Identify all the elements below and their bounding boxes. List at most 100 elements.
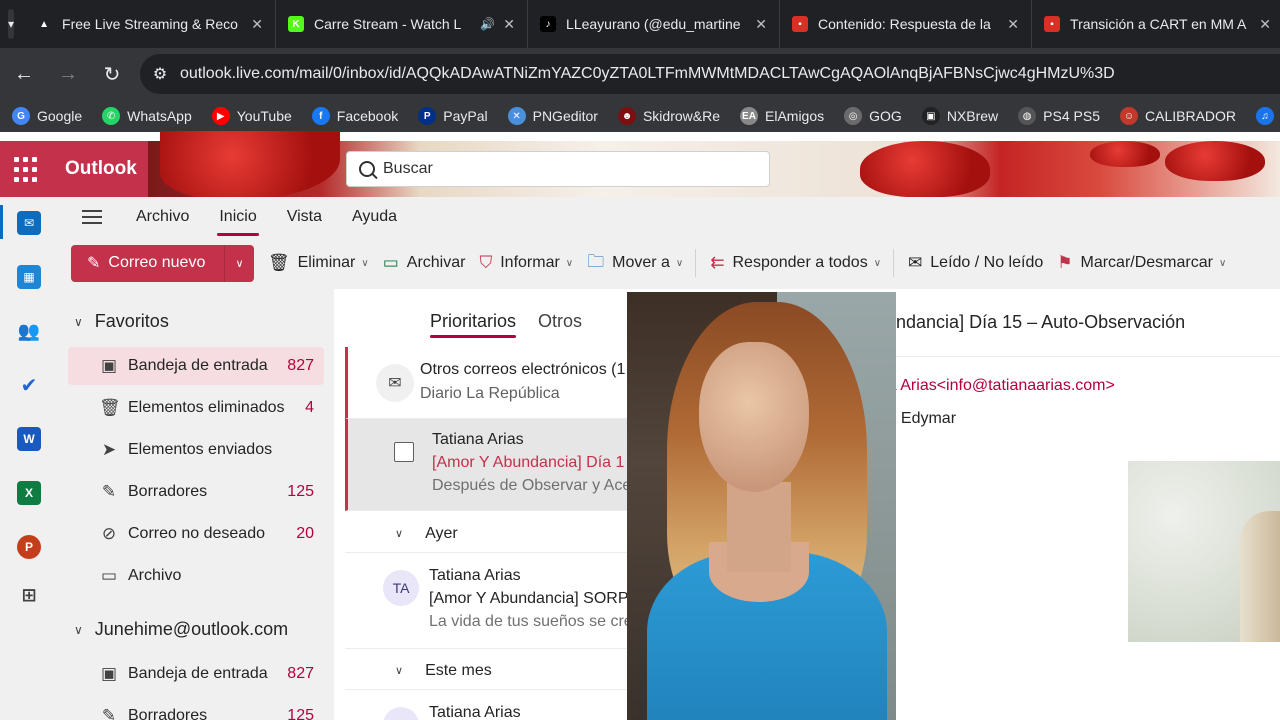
bookmark-favicon-icon: G xyxy=(12,107,30,125)
more-apps-icon[interactable]: ⊞ xyxy=(17,583,41,607)
bookmark-item[interactable]: G Google xyxy=(12,107,82,125)
group-header-this-month[interactable]: ∨ Este mes xyxy=(345,652,627,690)
group-header-yesterday[interactable]: ∨ Ayer xyxy=(345,515,627,553)
email-sender[interactable]: ana Arias<info@tatianaarias.com> xyxy=(870,377,1115,395)
bookmark-label: PayPal xyxy=(443,108,488,124)
archive-button[interactable]: ▭ Archivar xyxy=(383,253,466,273)
folder-move-icon: 🗀 xyxy=(587,251,605,271)
close-icon[interactable]: ✕ xyxy=(1259,16,1271,33)
powerpoint-app-icon[interactable]: P xyxy=(17,535,41,559)
folder-item[interactable]: ⊘ Correo no deseado 20 xyxy=(68,515,324,553)
speaker-icon[interactable]: 🔊 xyxy=(480,17,495,31)
bookmark-item[interactable]: ◍ PS4 PS5 xyxy=(1018,107,1100,125)
close-icon[interactable]: ✕ xyxy=(1007,16,1019,33)
account-label: Junehime@outlook.com xyxy=(94,619,289,639)
search-box[interactable]: Buscar xyxy=(346,151,770,187)
read-unread-label: Leído / No leído xyxy=(930,254,1044,271)
read-unread-button[interactable]: ✉ Leído / No leído xyxy=(908,253,1043,273)
other-mail-group-row[interactable]: ✉ Otros correos electrónicos (1 Diario L… xyxy=(345,347,627,419)
new-mail-dropdown-chevron-icon[interactable]: ∨ xyxy=(224,244,254,282)
bookmark-item[interactable]: ♫Song xyxy=(1256,107,1280,125)
browser-tab[interactable]: ▪ Transición a CART en MM A ✕ xyxy=(1032,0,1280,48)
chevron-down-icon[interactable]: ∨ xyxy=(874,258,881,269)
tab-inicio[interactable]: Inicio xyxy=(217,200,260,236)
folder-item[interactable]: ▣ Bandeja de entrada 827 xyxy=(68,655,324,693)
bookmark-label: PNGeditor xyxy=(532,108,598,124)
flag-button[interactable]: ⚑ Marcar/Desmarcar ∨ xyxy=(1057,253,1226,273)
close-icon[interactable]: ✕ xyxy=(251,16,263,33)
bookmark-item[interactable]: ◎ GOG xyxy=(844,107,902,125)
inbox-pivots: Prioritarios Otros xyxy=(430,311,604,338)
word-app-icon[interactable]: W xyxy=(17,427,41,451)
reload-icon[interactable]: ↻ xyxy=(92,54,132,94)
message-list: Prioritarios Otros ✉ Otros correos elect… xyxy=(345,293,627,720)
browser-tab[interactable]: ▲ Free Live Streaming & Reco ✕ xyxy=(24,0,277,48)
close-icon[interactable]: ✕ xyxy=(755,16,767,33)
hamburger-menu-icon[interactable] xyxy=(82,206,102,228)
bookmark-item[interactable]: ▣ NXBrew xyxy=(921,107,998,125)
bookmark-item[interactable]: ☺ CALIBRADOR xyxy=(1120,107,1236,125)
new-mail-button[interactable]: ✎ Correo nuevo ∨ xyxy=(71,244,254,282)
browser-tab[interactable]: K Carre Stream - Watch L 🔊 ✕ xyxy=(276,0,529,48)
reply-all-button[interactable]: ⇇ Responder a todos ∨ xyxy=(710,253,881,273)
tab-archivo[interactable]: Archivo xyxy=(134,200,191,234)
message-sender: Tatiana Arias xyxy=(432,431,524,448)
tab-ayuda[interactable]: Ayuda xyxy=(350,200,399,234)
site-settings-icon[interactable]: ⚙ xyxy=(140,64,180,84)
bookmark-favicon-icon: ▶ xyxy=(211,107,230,125)
table-row[interactable]: TA Tatiana Arias xyxy=(345,692,627,720)
outlook-header: Outlook Buscar xyxy=(0,131,1280,201)
folder-item[interactable]: ✎ Borradores 125 xyxy=(68,697,324,720)
bookmark-item[interactable]: ▶ YouTube xyxy=(211,107,292,125)
bookmark-item[interactable]: ✆ WhatsApp xyxy=(102,107,192,125)
pivot-other[interactable]: Otros xyxy=(538,311,582,332)
tab-favicon-icon: ▪ xyxy=(792,16,809,32)
excel-app-icon[interactable]: X xyxy=(17,481,41,505)
folder-item[interactable]: ▣ Bandeja de entrada 827 xyxy=(68,347,324,385)
folder-item[interactable]: ▭ Archivo xyxy=(68,557,324,595)
bookmark-item[interactable]: ✕ PNGeditor xyxy=(507,107,598,125)
folder-item[interactable]: ➤ Elementos enviados xyxy=(68,431,324,469)
browser-tab[interactable]: ♪ LLeayurano (@edu_martine ✕ xyxy=(528,0,781,48)
inbox-icon: ▣ xyxy=(100,664,118,683)
table-row[interactable]: TA Tatiana Arias [Amor Y Abundancia] SOR… xyxy=(345,555,627,649)
account-header[interactable]: ∨ Junehime@outlook.com xyxy=(74,619,288,640)
table-row[interactable]: Tatiana Arias [Amor Y Abundancia] Día 1 … xyxy=(345,419,627,511)
close-icon[interactable]: ✕ xyxy=(503,16,515,33)
chevron-down-icon[interactable]: ∨ xyxy=(361,258,368,269)
avatar: TA xyxy=(383,707,419,720)
pivot-focused[interactable]: Prioritarios xyxy=(430,311,517,338)
calendar-app-icon[interactable]: ▦ xyxy=(17,265,41,289)
outlook-brand[interactable]: Outlook xyxy=(65,158,137,180)
delete-button[interactable]: 🗑 Eliminar ∨ xyxy=(268,253,369,273)
tab-search-chevron-icon[interactable]: ▾ xyxy=(8,9,15,39)
report-button[interactable]: ⛉ Informar ∨ xyxy=(479,253,573,273)
bookmark-item[interactable]: ☻ Skidrow&Re xyxy=(617,107,720,125)
bookmark-item[interactable]: EA ElAmigos xyxy=(740,107,824,125)
people-app-icon[interactable]: 👥 xyxy=(17,319,41,343)
mail-app-icon[interactable]: ✉ xyxy=(17,211,41,235)
browser-tab[interactable]: ▪ Contenido: Respuesta de la ✕ xyxy=(780,0,1033,48)
chevron-down-icon[interactable]: ∨ xyxy=(1219,258,1226,269)
unread-count: 20 xyxy=(296,525,314,542)
email-image xyxy=(1128,461,1280,642)
other-mail-title: Otros correos electrónicos (1 xyxy=(420,361,626,378)
bookmark-item[interactable]: P PayPal xyxy=(418,107,488,125)
app-launcher-icon[interactable] xyxy=(14,157,40,183)
todo-app-icon[interactable]: ✔ xyxy=(17,373,41,397)
forward-arrow-icon[interactable]: → xyxy=(48,54,88,94)
chevron-down-icon[interactable]: ∨ xyxy=(676,258,683,269)
back-arrow-icon[interactable]: ← xyxy=(4,54,44,94)
favorites-header[interactable]: ∨ Favoritos xyxy=(74,311,169,332)
chevron-down-icon: ∨ xyxy=(395,665,404,677)
address-bar[interactable]: ⚙ outlook.live.com/mail/0/inbox/id/AQQkA… xyxy=(140,54,1280,94)
select-checkbox[interactable] xyxy=(394,442,414,462)
tab-vista[interactable]: Vista xyxy=(285,200,324,234)
move-button[interactable]: 🗀 Mover a ∨ xyxy=(587,249,683,278)
bookmark-label: PS4 PS5 xyxy=(1043,108,1100,124)
chevron-down-icon[interactable]: ∨ xyxy=(566,258,573,269)
folder-item[interactable]: ✎ Borradores 125 xyxy=(68,473,324,511)
folder-item[interactable]: 🗑 Elementos eliminados 4 xyxy=(68,389,324,427)
bookmark-item[interactable]: f Facebook xyxy=(311,107,398,125)
reply-all-icon: ⇇ xyxy=(710,253,725,272)
